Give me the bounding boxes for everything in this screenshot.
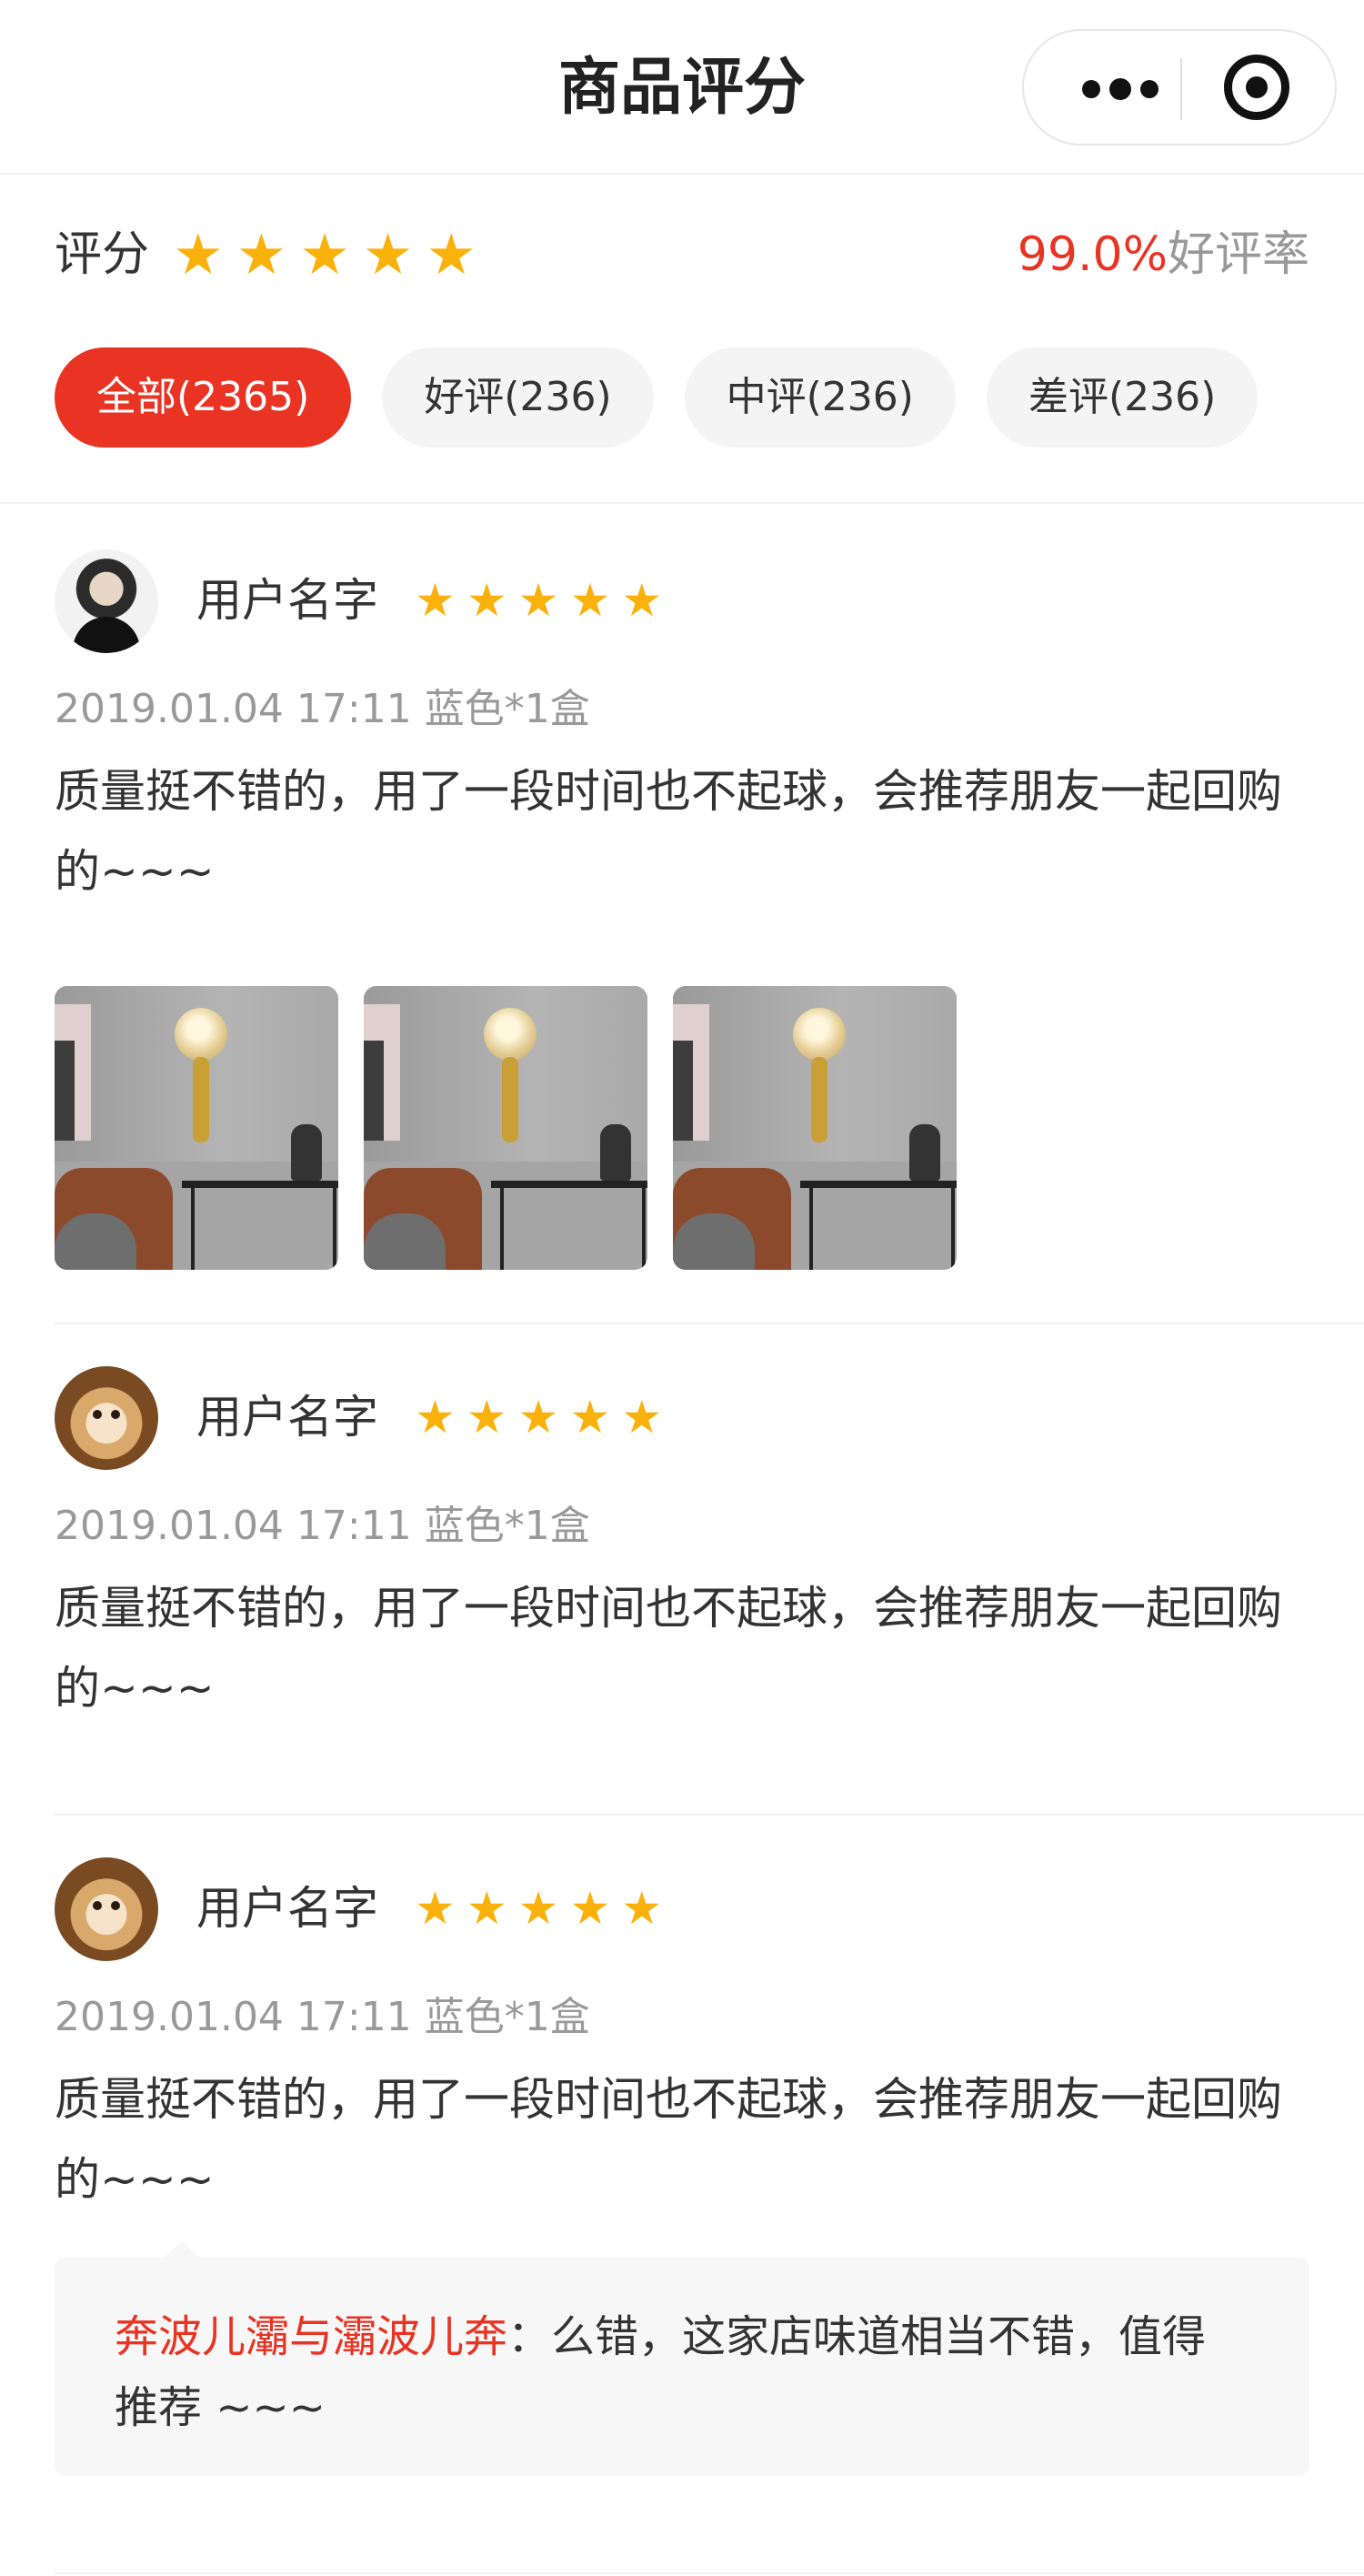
star-icon: ★: [415, 574, 456, 627]
username: 用户名字: [196, 574, 378, 627]
review-item: 用户名字 ★ ★ ★ ★ ★ 2019.01.04 17:11 蓝色*1盒 质量…: [55, 1366, 1364, 1757]
review-item: 用户名字 ★ ★ ★ ★ ★ 2019.01.04 17:11 蓝色*1盒 质量…: [55, 549, 1364, 1277]
miniprogram-capsule: [1022, 29, 1337, 146]
review-header: 用户名字 ★ ★ ★ ★ ★: [55, 1366, 1309, 1470]
star-icon: ★: [466, 1391, 507, 1444]
star-icon: ★: [517, 1882, 559, 1935]
reply-author: 奔波儿灞与灞波儿奔: [115, 2311, 508, 2362]
star-icon: ★: [415, 1391, 456, 1444]
review-text: 质量挺不错的，用了一段时间也不起球，会推荐朋友一起回购的~~~: [55, 1582, 1282, 1715]
score-summary: 评分 ★ ★ ★ ★ ★ 99.0%好评率: [55, 218, 1309, 291]
avatar: [55, 1857, 158, 1961]
more-dots-icon[interactable]: [1066, 62, 1175, 116]
score-label: 评分: [55, 227, 150, 282]
star-icon: ★: [517, 574, 559, 627]
star-icon: ★: [621, 1391, 663, 1444]
username: 用户名字: [196, 1882, 378, 1935]
review-photo[interactable]: [673, 986, 957, 1270]
star-icon: ★: [517, 1391, 559, 1444]
star-icon: ★: [466, 1882, 507, 1935]
star-icon: ★: [621, 1882, 663, 1935]
navigation-bar: 商品评分: [0, 0, 1364, 175]
star-icon: ★: [569, 574, 611, 627]
review-meta: 2019.01.04 17:11 蓝色*1盒: [55, 1994, 590, 2040]
star-icon: ★: [426, 221, 476, 287]
review-meta: 2019.01.04 17:11 蓝色*1盒: [55, 686, 590, 732]
star-icon: ★: [415, 1882, 456, 1935]
star-icon: ★: [466, 574, 507, 627]
avatar: [55, 1366, 158, 1470]
star-icon: ★: [362, 221, 414, 287]
tab-positive[interactable]: 好评(236): [382, 347, 654, 448]
positive-rate: 99.0%好评率: [1018, 222, 1309, 287]
score-stars: ★ ★ ★ ★ ★: [173, 218, 476, 291]
review-header: 用户名字 ★ ★ ★ ★ ★: [55, 1857, 1309, 1961]
review-item: 用户名字 ★ ★ ★ ★ ★ 2019.01.04 17:11 蓝色*1盒 质量…: [55, 1857, 1364, 2512]
review-divider: [55, 1323, 1364, 1324]
star-icon: ★: [173, 221, 224, 287]
merchant-reply: 奔波儿灞与灞波儿奔：么错，这家店味道相当不错，值得推荐 ~~~: [55, 2241, 1309, 2476]
review-photos: [55, 986, 957, 1270]
star-icon: ★: [569, 1882, 611, 1935]
tab-neutral[interactable]: 中评(236): [684, 347, 956, 448]
target-circle-icon[interactable]: [1224, 55, 1289, 120]
avatar: [55, 549, 158, 653]
review-stars: ★ ★ ★ ★ ★: [415, 1876, 662, 1941]
star-icon: ★: [236, 221, 287, 287]
review-photo[interactable]: [55, 986, 338, 1270]
tab-negative[interactable]: 差评(236): [986, 347, 1259, 448]
review-meta: 2019.01.04 17:11 蓝色*1盒: [55, 1503, 590, 1549]
review-divider: [55, 1814, 1364, 1816]
username: 用户名字: [196, 1391, 378, 1444]
review-stars: ★ ★ ★ ★ ★: [415, 568, 662, 633]
review-filter-tabs: 全部(2365) 好评(236) 中评(236) 差评(236): [55, 347, 1259, 448]
review-divider: [55, 2572, 1364, 2574]
capsule-divider: [1180, 58, 1182, 120]
review-header: 用户名字 ★ ★ ★ ★ ★: [55, 549, 1309, 653]
star-icon: ★: [569, 1391, 611, 1444]
review-photo[interactable]: [364, 986, 647, 1270]
positive-rate-label: 好评率: [1167, 227, 1309, 282]
positive-rate-value: 99.0%: [1017, 227, 1168, 282]
section-divider: [0, 502, 1364, 504]
review-text: 质量挺不错的，用了一段时间也不起球，会推荐朋友一起回购的~~~: [55, 765, 1282, 898]
tab-all[interactable]: 全部(2365): [55, 347, 352, 448]
star-icon: ★: [621, 574, 663, 627]
star-icon: ★: [299, 221, 350, 287]
review-stars: ★ ★ ★ ★ ★: [415, 1384, 662, 1450]
review-text: 质量挺不错的，用了一段时间也不起球，会推荐朋友一起回购的~~~: [55, 2073, 1282, 2206]
reply-separator: ：: [507, 2311, 552, 2362]
